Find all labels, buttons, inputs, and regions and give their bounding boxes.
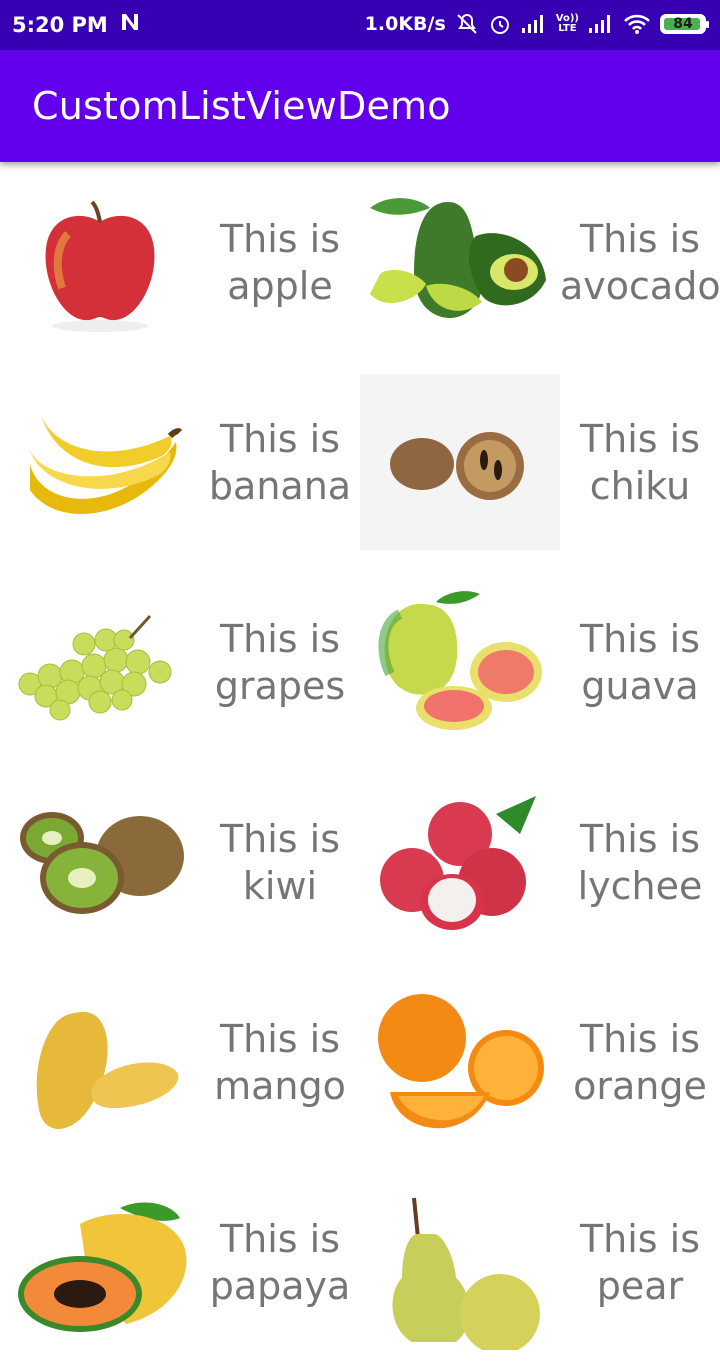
- caption-line-1: This is: [219, 1217, 341, 1261]
- caption-line-2: kiwi: [242, 864, 318, 908]
- grid-item-chiku[interactable]: This is chiku: [360, 362, 720, 562]
- mango-icon: [0, 974, 200, 1150]
- caption-line-1: This is: [219, 417, 341, 461]
- banana-icon: [0, 374, 200, 550]
- item-caption: This is avocado: [560, 216, 720, 310]
- battery-level: 84: [673, 16, 693, 32]
- grid-item-kiwi[interactable]: This is kiwi: [0, 762, 360, 962]
- app-bar: CustomListViewDemo: [0, 50, 720, 162]
- grid-item-apple[interactable]: This is apple: [0, 162, 360, 362]
- chiku-icon: [360, 374, 560, 550]
- volte-indicator: Vo)) LTE: [556, 14, 579, 34]
- caption-line-2: orange: [573, 1064, 707, 1108]
- item-caption: This is papaya: [200, 1216, 360, 1310]
- network-speed: 1.0KB/s: [364, 13, 446, 35]
- caption-line-2: pear: [596, 1264, 684, 1308]
- status-time: 5:20 PM: [12, 12, 108, 37]
- caption-line-1: This is: [219, 1017, 341, 1061]
- caption-line-2: grapes: [214, 664, 346, 708]
- item-caption: This is orange: [560, 1016, 720, 1110]
- grid-item-avocado[interactable]: This is avocado: [360, 162, 720, 362]
- pear-icon: [360, 1174, 560, 1350]
- papaya-icon: [0, 1174, 200, 1350]
- avocado-icon: [360, 174, 560, 350]
- item-caption: This is banana: [200, 416, 360, 510]
- app-title: CustomListViewDemo: [32, 84, 451, 128]
- mute-icon: [455, 12, 479, 36]
- grid-item-banana[interactable]: This is banana: [0, 362, 360, 562]
- caption-line-2: avocado: [560, 264, 720, 308]
- lychee-icon: [360, 774, 560, 950]
- lte-label: LTE: [558, 23, 577, 34]
- item-caption: This is chiku: [560, 416, 720, 510]
- caption-line-1: This is: [219, 817, 341, 861]
- item-caption: This is lychee: [560, 816, 720, 910]
- guava-icon: [360, 574, 560, 750]
- wifi-icon: [623, 13, 651, 35]
- grid-item-guava[interactable]: This is guava: [360, 562, 720, 762]
- item-caption: This is mango: [200, 1016, 360, 1110]
- grid-item-papaya[interactable]: This is papaya: [0, 1162, 360, 1362]
- caption-line-1: This is: [579, 417, 701, 461]
- item-caption: This is guava: [560, 616, 720, 710]
- item-caption: This is pear: [560, 1216, 720, 1310]
- n-logo-icon: [120, 12, 140, 37]
- grid-item-grapes[interactable]: This is grapes: [0, 562, 360, 762]
- caption-line-1: This is: [579, 217, 701, 261]
- alarm-icon: [488, 12, 512, 36]
- grid-item-orange[interactable]: This is orange: [360, 962, 720, 1162]
- item-caption: This is kiwi: [200, 816, 360, 910]
- caption-line-2: chiku: [589, 464, 691, 508]
- caption-line-2: apple: [227, 264, 333, 308]
- status-bar: 5:20 PM 1.0KB/s Vo)) LTE 84: [0, 0, 720, 50]
- caption-line-2: banana: [208, 464, 352, 508]
- caption-line-1: This is: [579, 817, 701, 861]
- caption-line-2: mango: [214, 1064, 346, 1108]
- kiwi-icon: [0, 774, 200, 950]
- item-caption: This is apple: [200, 216, 360, 310]
- caption-line-1: This is: [579, 1217, 701, 1261]
- signal-icon-2: [588, 14, 614, 34]
- caption-line-1: This is: [579, 1017, 701, 1061]
- caption-line-1: This is: [219, 617, 341, 661]
- signal-icon: [521, 14, 547, 34]
- grapes-icon: [0, 574, 200, 750]
- caption-line-2: guava: [581, 664, 699, 708]
- grid-item-mango[interactable]: This is mango: [0, 962, 360, 1162]
- caption-line-1: This is: [579, 617, 701, 661]
- apple-icon: [0, 174, 200, 350]
- item-caption: This is grapes: [200, 616, 360, 710]
- caption-line-1: This is: [219, 217, 341, 261]
- caption-line-2: lychee: [577, 864, 703, 908]
- grid-item-lychee[interactable]: This is lychee: [360, 762, 720, 962]
- orange-icon: [360, 974, 560, 1150]
- caption-line-2: papaya: [209, 1264, 351, 1308]
- grid-item-pear[interactable]: This is pear: [360, 1162, 720, 1362]
- battery-icon: 84: [660, 14, 709, 34]
